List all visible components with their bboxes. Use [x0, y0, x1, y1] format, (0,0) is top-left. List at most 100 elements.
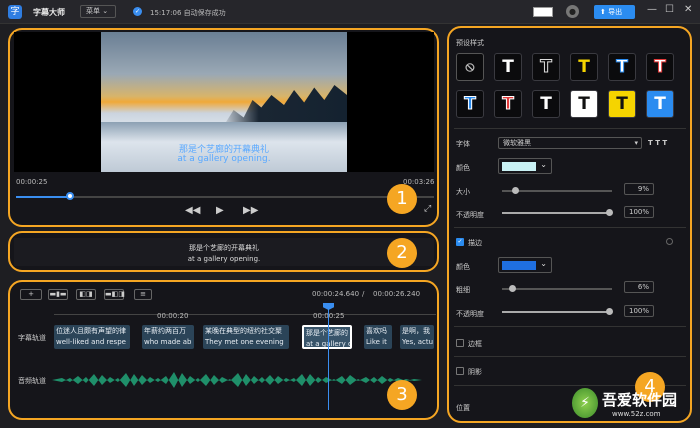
- fullscreen-icon[interactable]: ⤢: [424, 204, 431, 214]
- audio-waveform[interactable]: [52, 368, 435, 392]
- watermark-logo-icon: ⚡: [572, 388, 598, 418]
- style-preset-10[interactable]: T: [608, 90, 636, 118]
- clip-text-cn: 是啊，我: [402, 327, 430, 335]
- style-preset-9[interactable]: T: [570, 90, 598, 118]
- style-preset-4[interactable]: T: [608, 53, 636, 81]
- clip-text-en: Yes, actu: [402, 338, 434, 346]
- style-preset-5[interactable]: T: [646, 53, 674, 81]
- subtitle-clip[interactable]: 喜欢吗 Like it: [364, 325, 392, 349]
- minimize-icon[interactable]: —: [647, 4, 657, 15]
- list-tool-button[interactable]: ≡: [134, 289, 152, 300]
- user-avatar-icon[interactable]: ●: [566, 5, 579, 18]
- thickness-slider[interactable]: [502, 288, 612, 290]
- stroke-label: 描边: [468, 239, 482, 247]
- insert-tool-button[interactable]: ▬◧◨: [104, 289, 125, 300]
- divider: [454, 326, 686, 327]
- opacity-value[interactable]: 100%: [624, 206, 654, 218]
- size-value[interactable]: 9%: [624, 183, 654, 195]
- size-label: 大小: [456, 188, 470, 196]
- title-bar: 字 字幕大师 菜单 ⌄ ✓ 15:17:06 自动保存成功 ● ⬆ 导出 — ☐…: [0, 0, 700, 24]
- opacity-slider-handle[interactable]: [606, 209, 613, 216]
- subtitle-clip[interactable]: 年薪约两百万 who made ab: [142, 325, 194, 349]
- time-ruler[interactable]: [54, 305, 436, 315]
- audio-track-label: 音频轨道: [18, 377, 46, 385]
- style-preset-2[interactable]: T: [532, 53, 560, 81]
- style-preset-8[interactable]: T: [532, 90, 560, 118]
- stroke-color-picker[interactable]: ⌄: [498, 257, 552, 273]
- border-label: 边框: [468, 340, 482, 348]
- thickness-slider-handle[interactable]: [508, 285, 516, 292]
- size-slider-handle[interactable]: [511, 187, 519, 194]
- subtitle-clip[interactable]: 是啊，我 Yes, actu: [400, 325, 434, 349]
- chevron-down-icon: ▾: [634, 139, 638, 147]
- watermark-url: www.52z.com: [612, 410, 661, 418]
- clip-text-en: who made ab: [144, 338, 192, 346]
- clip-text-en: They met one evening: [205, 338, 284, 346]
- clip-text-cn: 年薪约两百万: [144, 327, 186, 335]
- close-icon[interactable]: ✕: [684, 4, 692, 15]
- export-button[interactable]: ⬆ 导出: [594, 5, 635, 19]
- timeline-time-separator: /: [362, 290, 365, 298]
- stroke-color-label: 颜色: [456, 263, 470, 271]
- style-panel: [447, 26, 692, 423]
- thickness-value[interactable]: 6%: [624, 281, 654, 293]
- autosave-status: 15:17:06 自动保存成功: [150, 9, 226, 17]
- preset-styles-title: 预设样式: [456, 39, 484, 47]
- text-color-swatch: [502, 162, 536, 171]
- stroke-opacity-label: 不透明度: [456, 310, 484, 318]
- chevron-down-icon: ⌄: [540, 259, 547, 268]
- font-select[interactable]: 微软雅黑 ▾: [498, 137, 642, 149]
- screen-mode-icon[interactable]: [533, 7, 553, 17]
- timeline-panel: [8, 280, 439, 420]
- progress-track[interactable]: [16, 196, 434, 198]
- font-label: 字体: [456, 140, 470, 148]
- saved-check-icon: ✓: [133, 7, 142, 16]
- subtitle-clip-selected[interactable]: 那是个艺廊的 at a gallery o: [302, 325, 352, 349]
- no-style-preset-icon[interactable]: ⦸: [456, 53, 484, 81]
- stroke-info-icon[interactable]: [666, 238, 673, 245]
- stroke-color-swatch: [502, 261, 536, 270]
- style-preset-6[interactable]: T: [456, 90, 484, 118]
- opacity-slider[interactable]: [502, 212, 612, 214]
- stroke-checkbox[interactable]: ✓: [456, 238, 464, 246]
- style-preset-1[interactable]: T: [494, 53, 522, 81]
- app-name: 字幕大师: [33, 8, 65, 17]
- stroke-opacity-slider-handle[interactable]: [606, 308, 613, 315]
- style-preset-3[interactable]: T: [570, 53, 598, 81]
- subtitle-track-label: 字幕轨道: [18, 334, 46, 342]
- playhead-line[interactable]: [328, 308, 329, 410]
- shadow-checkbox[interactable]: [456, 367, 464, 375]
- previous-icon[interactable]: ◀◀: [185, 205, 200, 216]
- progress-fill: [16, 196, 71, 198]
- chevron-down-icon: ⌄: [540, 160, 547, 169]
- caption-editor[interactable]: 那是个艺廊的开幕典礼 at a gallery opening.: [14, 238, 434, 266]
- next-icon[interactable]: ▶▶: [243, 205, 258, 216]
- add-button[interactable]: +: [20, 289, 42, 300]
- style-preset-7[interactable]: T: [494, 90, 522, 118]
- stroke-opacity-slider[interactable]: [502, 311, 612, 313]
- video-subtitle-en: at a gallery opening.: [177, 154, 271, 164]
- clip-text-cn: 喜欢吗: [366, 327, 387, 335]
- subtitle-clip[interactable]: 某晚在典型的纽约社交聚 They met one evening: [203, 325, 289, 349]
- text-color-picker[interactable]: ⌄: [498, 158, 552, 174]
- divider: [454, 356, 686, 357]
- clip-text-cn: 某晚在典型的纽约社交聚: [205, 327, 282, 335]
- callout-badge-1: 1: [387, 184, 417, 214]
- border-checkbox[interactable]: [456, 339, 464, 347]
- split-tool-button[interactable]: ▬▮▬: [48, 289, 68, 300]
- maximize-icon[interactable]: ☐: [665, 4, 674, 15]
- style-preset-11[interactable]: T: [646, 90, 674, 118]
- callout-badge-3: 3: [387, 380, 417, 410]
- text-style-icons[interactable]: T T T: [648, 139, 667, 147]
- menu-button[interactable]: 菜单 ⌄: [80, 5, 116, 18]
- subtitle-clip[interactable]: 位迷人且颇有声望的律 well-liked and respe: [54, 325, 130, 349]
- video-frame[interactable]: 那是个艺廊的开幕典礼 at a gallery opening.: [101, 32, 347, 172]
- site-watermark: ⚡ 吾爱软件园 www.52z.com: [572, 386, 690, 422]
- play-icon[interactable]: ▶: [216, 205, 224, 216]
- stroke-opacity-value[interactable]: 100%: [624, 305, 654, 317]
- timeline-current-time: 00:00:24.640: [312, 290, 360, 298]
- divider: [454, 227, 686, 228]
- shadow-label: 阴影: [468, 368, 482, 376]
- merge-tool-button[interactable]: ◧◨: [76, 289, 96, 300]
- opacity-label: 不透明度: [456, 211, 484, 219]
